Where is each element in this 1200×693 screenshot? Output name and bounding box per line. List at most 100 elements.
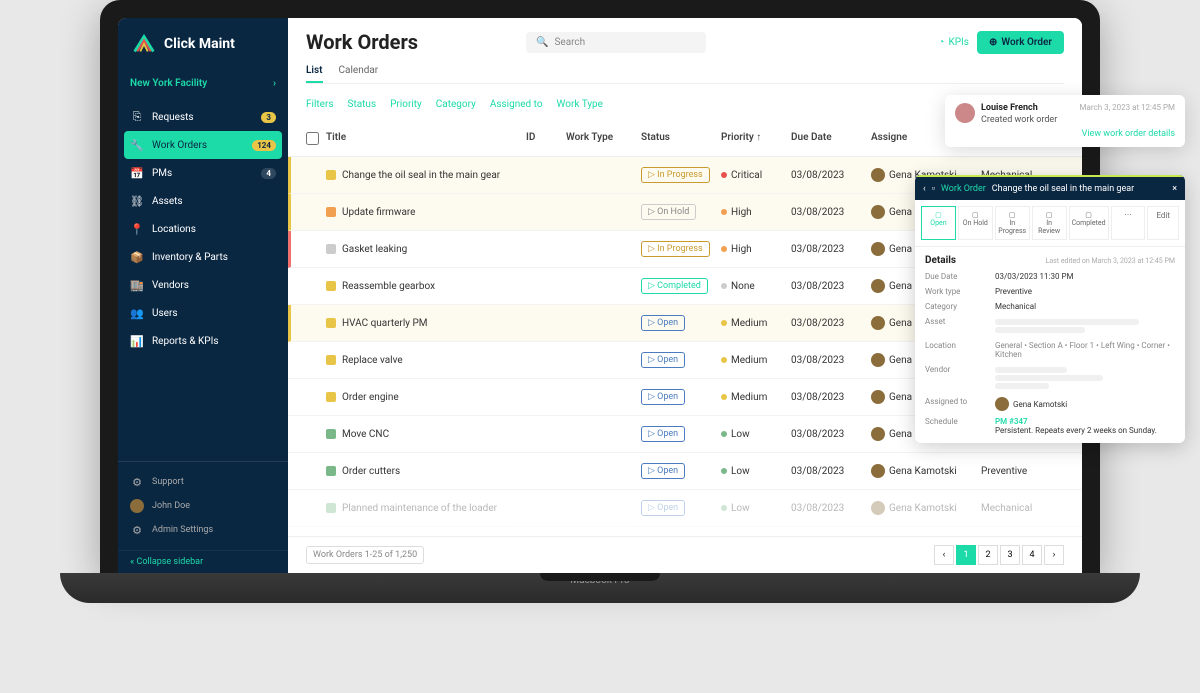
admin-settings-link[interactable]: ⚙Admin Settings — [130, 518, 276, 542]
page-›[interactable]: › — [1044, 545, 1064, 565]
priority-dot-icon — [721, 505, 727, 511]
square-icon[interactable]: ▫ — [932, 183, 935, 194]
page-‹[interactable]: ‹ — [934, 545, 954, 565]
select-all-checkbox[interactable] — [306, 132, 319, 145]
row-title: Gasket leaking — [342, 244, 407, 255]
row-title: Move CNC — [342, 429, 389, 440]
close-icon[interactable]: × — [1172, 184, 1177, 194]
collapse-sidebar[interactable]: « Collapse sidebar — [118, 550, 288, 573]
detail-title: Change the oil seal in the main gear — [992, 184, 1134, 194]
col-priority[interactable]: Priority ↑ — [721, 132, 791, 148]
user-name: John Doe — [152, 501, 190, 511]
col-title[interactable]: Title — [326, 132, 526, 148]
tool-icon: ▢ — [998, 211, 1027, 219]
nav-label: Locations — [152, 224, 196, 235]
avatar-icon — [871, 205, 885, 219]
nav-badge: 4 — [261, 168, 276, 179]
page-4[interactable]: 4 — [1022, 545, 1042, 565]
due-date: 03/08/2023 — [791, 318, 871, 329]
search-placeholder: Search — [554, 37, 585, 48]
kpis-label: KPIs — [948, 37, 968, 48]
more-tool[interactable]: ⋯ — [1111, 206, 1146, 240]
col-due-date[interactable]: Due Date — [791, 132, 871, 148]
filter-status[interactable]: Status — [348, 99, 377, 110]
laptop-label: Macbook Pro — [570, 575, 629, 586]
chevron-left-icon[interactable]: ‹ — [923, 184, 926, 194]
nav-icon: ⛓ — [130, 194, 144, 208]
search-input[interactable]: 🔍 Search — [526, 32, 706, 53]
detail-last-edited: Last edited on March 3, 2023 at 12:45 PM — [1046, 257, 1175, 265]
priority-dot-icon — [721, 283, 727, 289]
col-work-type[interactable]: Work Type — [566, 132, 641, 148]
table-row[interactable]: Order cutters ▷ Open Low 03/08/2023 Gena… — [288, 453, 1082, 490]
schedule-label: Schedule — [925, 417, 995, 435]
new-work-order-button[interactable]: ⊕Work Order — [977, 31, 1064, 54]
page-2[interactable]: 2 — [978, 545, 998, 565]
priority-text: Medium — [731, 318, 767, 329]
table-row[interactable]: Warehouse organization ▷ Open Low 03/08/… — [288, 527, 1082, 536]
table-row[interactable]: Planned maintenance of the loader ▷ Open… — [288, 490, 1082, 527]
avatar-icon — [871, 279, 885, 293]
col-status[interactable]: Status — [641, 132, 721, 148]
asset-value — [995, 317, 1175, 335]
kpis-button[interactable]: ◔KPIs — [938, 37, 969, 48]
status-badge: ▷ In Progress — [641, 241, 710, 257]
row-title: Order engine — [342, 392, 399, 403]
notif-view-link[interactable]: View work order details — [955, 129, 1175, 139]
user-menu[interactable]: John Doe — [130, 494, 276, 518]
vendor-value — [995, 365, 1175, 391]
pm-link[interactable]: PM #347 — [995, 417, 1028, 426]
filter-assigned-to[interactable]: Assigned to — [490, 99, 543, 110]
status-tool-open[interactable]: ▢Open — [921, 206, 956, 240]
facility-selector[interactable]: New York Facility › — [118, 70, 288, 97]
col-id[interactable]: ID — [526, 132, 566, 148]
tool-label: On Hold — [961, 219, 990, 227]
sidebar-item-assets[interactable]: ⛓Assets — [118, 187, 288, 215]
filter-filters[interactable]: Filters — [306, 99, 334, 110]
filter-work-type[interactable]: Work Type — [557, 99, 603, 110]
edit-button[interactable]: Edit — [1147, 206, 1179, 240]
avatar-icon — [871, 316, 885, 330]
sidebar-item-inventory-parts[interactable]: 📦Inventory & Parts — [118, 243, 288, 271]
priority-text: Low — [731, 429, 750, 440]
nav-badge: 3 — [261, 112, 276, 123]
sidebar-item-pms[interactable]: 📅PMs4 — [118, 159, 288, 187]
status-tool-in-review[interactable]: ▢In Review — [1032, 206, 1067, 240]
page-3[interactable]: 3 — [1000, 545, 1020, 565]
filter-priority[interactable]: Priority — [390, 99, 422, 110]
row-title: Planned maintenance of the loader — [342, 503, 497, 514]
avatar-icon — [871, 168, 885, 182]
sidebar-item-locations[interactable]: 📍Locations — [118, 215, 288, 243]
status-tool-in-progress[interactable]: ▢In Progress — [995, 206, 1030, 240]
sidebar-item-reports-kpis[interactable]: 📊Reports & KPIs — [118, 327, 288, 355]
sidebar-item-work-orders[interactable]: 🔧Work Orders124 — [124, 131, 282, 159]
tool-icon: ▢ — [1072, 211, 1106, 219]
sidebar-item-users[interactable]: 👥Users — [118, 299, 288, 327]
row-title: Replace valve — [342, 355, 403, 366]
priority-dot-icon — [721, 357, 727, 363]
detail-section-title: Details — [925, 255, 956, 266]
gear-icon: ⚙ — [130, 523, 144, 537]
support-link[interactable]: ⚙Support — [130, 470, 276, 494]
table-footer: Work Orders 1-25 of 1,250 ‹1234› — [288, 536, 1082, 573]
notif-user: Louise French — [981, 103, 1057, 113]
tab-calendar[interactable]: Calendar — [339, 60, 379, 83]
nav-icon: ⎘ — [130, 110, 144, 124]
sidebar-item-requests[interactable]: ⎘ Requests 3 — [118, 103, 288, 131]
priority-icon — [326, 429, 336, 439]
tab-list[interactable]: List — [306, 60, 323, 83]
nav-icon: 📅 — [130, 166, 144, 180]
priority-text: Low — [731, 503, 750, 514]
sidebar-item-vendors[interactable]: 🏬Vendors — [118, 271, 288, 299]
avatar-icon — [871, 390, 885, 404]
nav-icon: 🔧 — [130, 138, 144, 152]
filter-category[interactable]: Category — [436, 99, 476, 110]
status-tool-on-hold[interactable]: ▢On Hold — [958, 206, 993, 240]
priority-dot-icon — [721, 394, 727, 400]
page-1[interactable]: 1 — [956, 545, 976, 565]
new-wo-label: Work Order — [1001, 37, 1052, 48]
nav-label: Requests — [152, 112, 194, 123]
priority-dot-icon — [721, 246, 727, 252]
status-tool-completed[interactable]: ▢Completed — [1069, 206, 1109, 240]
notification-popover: Louise French Created work order March 3… — [945, 95, 1185, 147]
